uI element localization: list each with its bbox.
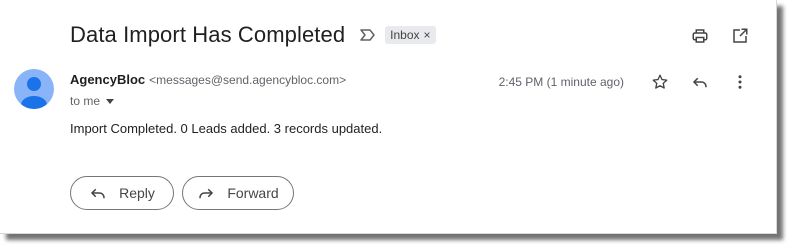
message-meta: 2:45 PM (1 minute ago) [499, 72, 750, 92]
default-avatar-icon [21, 77, 47, 109]
recipient-text: to me [70, 94, 101, 108]
sender-line: AgencyBloc <messages@send.agencybloc.com… [70, 72, 346, 87]
header-actions [690, 26, 750, 46]
forward-icon [197, 184, 215, 202]
reply-button[interactable]: Reply [70, 176, 174, 210]
forward-button[interactable]: Forward [182, 176, 294, 210]
email-message-card: Data Import Has Completed Inbox × Agency… [0, 0, 777, 234]
star-icon[interactable] [650, 72, 670, 92]
remove-label-icon[interactable]: × [424, 28, 431, 42]
email-subject: Data Import Has Completed [70, 22, 346, 47]
sender-email: <messages@send.agencybloc.com> [149, 73, 347, 87]
message-timestamp: 2:45 PM (1 minute ago) [498, 75, 624, 89]
more-vert-icon[interactable] [730, 72, 750, 92]
sender-name[interactable]: AgencyBloc [70, 72, 145, 87]
print-icon[interactable] [690, 26, 710, 46]
inbox-label-chip[interactable]: Inbox × [385, 26, 436, 44]
open-in-new-window-icon[interactable] [730, 26, 750, 46]
reply-button-label: Reply [119, 185, 155, 201]
show-details-dropdown-icon[interactable] [106, 98, 115, 104]
recipient-line: to me [70, 94, 115, 108]
reply-icon[interactable] [690, 72, 710, 92]
important-marker-icon[interactable] [359, 28, 377, 42]
sender-avatar[interactable] [14, 69, 54, 109]
email-body: Import Completed. 0 Leads added. 3 recor… [70, 121, 383, 136]
subject-row: Data Import Has Completed Inbox × [70, 20, 436, 50]
forward-button-label: Forward [227, 185, 279, 201]
inbox-label-text: Inbox [390, 28, 420, 42]
reply-icon [89, 184, 107, 202]
